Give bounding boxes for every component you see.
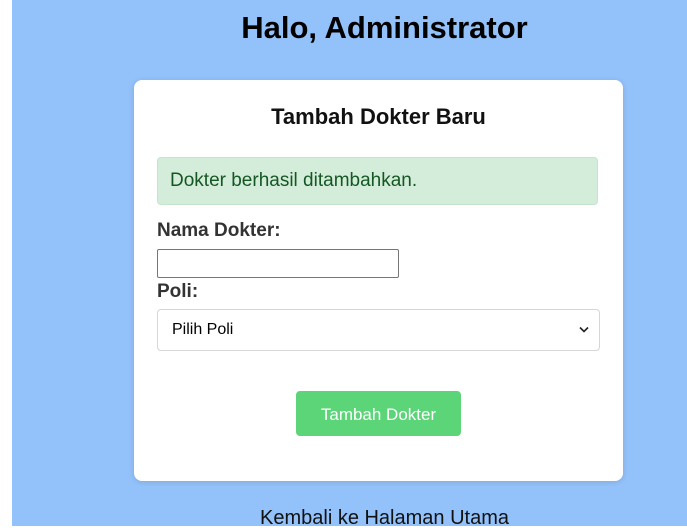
page-title: Halo, Administrator	[241, 10, 528, 45]
poli-select-value: Pilih Poli	[172, 321, 234, 338]
nama-dokter-label: Nama Dokter:	[157, 220, 281, 241]
success-alert: Dokter berhasil ditambahkan.	[157, 157, 598, 205]
tambah-dokter-button[interactable]: Tambah Dokter	[296, 391, 461, 436]
poli-label: Poli:	[157, 281, 199, 302]
chevron-down-icon	[579, 326, 589, 333]
nama-dokter-input[interactable]	[157, 249, 399, 278]
add-doctor-card: Tambah Dokter Baru Dokter berhasil ditam…	[134, 80, 623, 481]
form-title: Tambah Dokter Baru	[271, 104, 486, 129]
poli-select[interactable]: Pilih Poli	[157, 309, 600, 351]
back-to-home-link[interactable]: Kembali ke Halaman Utama	[12, 507, 687, 530]
